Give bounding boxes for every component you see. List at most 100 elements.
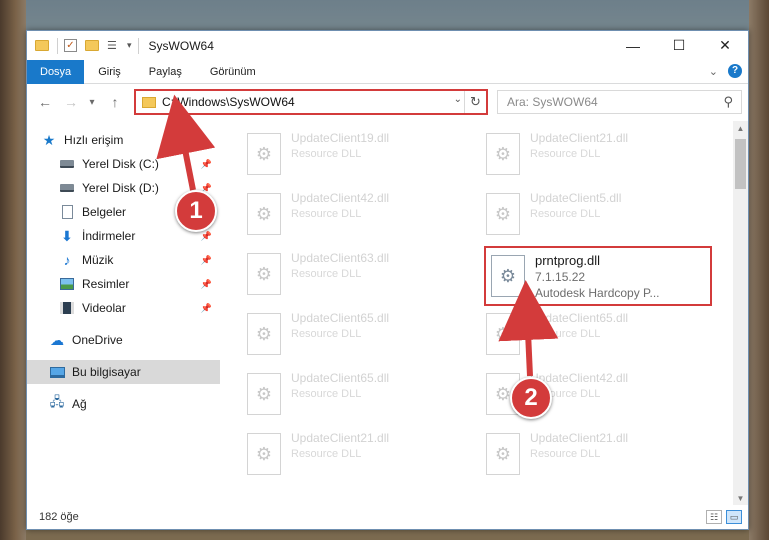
video-icon	[59, 301, 75, 315]
sidebar-item-videos[interactable]: Videolar 📌	[27, 296, 220, 320]
file-name: UpdateClient19.dll	[291, 131, 390, 145]
close-button[interactable]: ✕	[702, 31, 748, 60]
network-icon: 🖧	[49, 394, 65, 409]
details-view-icon[interactable]: ☷	[706, 510, 722, 524]
dll-file-icon: ⚙	[247, 313, 281, 355]
file-name: prntprog.dll	[535, 253, 601, 268]
file-type: Resource DLL	[291, 208, 362, 220]
list-item[interactable]: ⚙ UpdateClient42.dll Resource DLL	[247, 191, 467, 241]
search-input[interactable]: Ara: SysWOW64	[507, 95, 598, 109]
refresh-icon[interactable]: ↻	[464, 91, 486, 113]
tiles-view-icon[interactable]: ▭	[726, 510, 742, 524]
cloud-icon: ☁	[50, 331, 64, 348]
sidebar-item-network[interactable]: 🖧 Ağ	[27, 392, 220, 416]
title-bar: ✓ ☰ ▾ SysWOW64 — ☐ ✕	[27, 31, 748, 60]
file-name: UpdateClient42.dll	[291, 191, 390, 205]
scroll-down-arrow-icon[interactable]: ▼	[733, 491, 748, 506]
toolbar-divider	[137, 37, 139, 54]
dll-file-icon: ⚙	[486, 433, 520, 475]
back-arrow-icon[interactable]: ←	[37, 94, 53, 110]
file-type: Resource DLL	[291, 388, 362, 400]
sidebar-item-pictures[interactable]: Resimler 📌	[27, 272, 220, 296]
pin-icon[interactable]: 📌	[201, 159, 212, 170]
list-item[interactable]: ⚙ UpdateClient63.dll Resource DLL	[247, 251, 467, 301]
list-item[interactable]: ⚙ UpdateClient21.dll Resource DLL	[247, 431, 467, 481]
file-type: Resource DLL	[530, 328, 601, 340]
ribbon-tabs: Dosya Giriş Paylaş Görünüm ⌄ ?	[27, 59, 748, 84]
navigation-pane: ★ Hızlı erişim Yerel Disk (C:) 📌 Yerel D…	[27, 121, 220, 506]
explorer-window: ✓ ☰ ▾ SysWOW64 — ☐ ✕ Dosya Giriş Paylaş …	[26, 30, 749, 530]
rename-icon[interactable]: ☰	[107, 40, 123, 52]
status-bar: 182 öğe ☷ ▭	[27, 505, 748, 529]
expand-ribbon-icon[interactable]: ⌄	[709, 65, 718, 78]
sidebar-item-quick-access[interactable]: ★ Hızlı erişim	[27, 128, 220, 152]
address-path[interactable]: C:\Windows\SysWOW64	[162, 95, 295, 109]
music-icon: ♪	[63, 252, 71, 268]
search-box[interactable]: Ara: SysWOW64 ⚲	[497, 90, 742, 114]
file-type: Resource DLL	[530, 148, 601, 160]
file-type: Resource DLL	[291, 328, 362, 340]
address-bar[interactable]: C:\Windows\SysWOW64 ⌄ ↻	[134, 89, 488, 115]
tab-view[interactable]: Görünüm	[196, 66, 270, 78]
recent-locations-dropdown-icon[interactable]: ▾	[87, 97, 97, 108]
sidebar-item-onedrive[interactable]: ☁ OneDrive	[27, 328, 220, 352]
file-name: UpdateClient65.dll	[291, 371, 390, 385]
list-item[interactable]: ⚙ UpdateClient65.dll Resource DLL	[247, 371, 467, 421]
pin-icon[interactable]: 📌	[201, 303, 212, 314]
scroll-up-arrow-icon[interactable]: ▲	[733, 121, 748, 136]
pin-icon[interactable]: 📌	[201, 231, 212, 242]
navigation-row: ← → ▾ ↑ C:\Windows\SysWOW64 ⌄ ↻ Ara: Sys…	[27, 85, 748, 119]
desktop-background-right	[749, 0, 769, 540]
new-folder-icon[interactable]	[85, 40, 99, 51]
file-name: UpdateClient65.dll	[530, 311, 629, 325]
forward-arrow-icon[interactable]: →	[63, 94, 79, 110]
help-icon[interactable]: ?	[728, 64, 742, 78]
tab-share[interactable]: Paylaş	[135, 66, 196, 78]
maximize-button[interactable]: ☐	[656, 31, 702, 60]
list-item[interactable]: ⚙ UpdateClient21.dll Resource DLL	[486, 131, 706, 181]
toolbar-divider	[57, 37, 58, 54]
list-item[interactable]: ⚙ UpdateClient19.dll Resource DLL	[247, 131, 467, 181]
dll-file-icon: ⚙	[486, 133, 520, 175]
file-name: UpdateClient21.dll	[530, 431, 629, 445]
scroll-thumb[interactable]	[735, 139, 746, 189]
file-name: UpdateClient5.dll	[530, 191, 622, 205]
file-type: Resource DLL	[291, 268, 362, 280]
sidebar-item-label: Resimler	[82, 277, 130, 291]
file-name: UpdateClient21.dll	[291, 431, 390, 445]
disk-icon	[59, 157, 75, 171]
pin-icon[interactable]: 📌	[201, 279, 212, 290]
address-history-chevron-icon[interactable]: ⌄	[454, 94, 462, 105]
highlighted-file-prntprog[interactable]: ⚙ prntprog.dll 7.1.15.22 Autodesk Hardco…	[484, 246, 712, 306]
desktop-background-left	[0, 0, 26, 540]
sidebar-item-this-pc[interactable]: Bu bilgisayar	[27, 360, 220, 384]
tab-home[interactable]: Giriş	[84, 66, 135, 78]
sidebar-item-local-disk-c[interactable]: Yerel Disk (C:) 📌	[27, 152, 220, 176]
disk-icon	[59, 181, 75, 195]
folder-icon	[142, 96, 156, 108]
up-arrow-icon[interactable]: ↑	[107, 94, 123, 110]
pin-icon[interactable]: 📌	[201, 255, 212, 266]
ribbon-right: ⌄ ?	[709, 64, 742, 78]
minimize-button[interactable]: —	[610, 31, 656, 60]
list-item[interactable]: ⚙ UpdateClient65.dll Resource DLL	[247, 311, 467, 361]
search-icon[interactable]: ⚲	[723, 94, 733, 110]
properties-check-icon[interactable]: ✓	[64, 39, 77, 52]
item-count: 182 öğe	[39, 511, 79, 523]
dll-file-icon: ⚙	[486, 313, 520, 355]
file-name: UpdateClient21.dll	[530, 131, 629, 145]
list-item[interactable]: ⚙ UpdateClient65.dll Resource DLL	[486, 311, 706, 361]
sidebar-item-music[interactable]: ♪ Müzik 📌	[27, 248, 220, 272]
list-item[interactable]: ⚙ UpdateClient21.dll Resource DLL	[486, 431, 706, 481]
list-item[interactable]: ⚙ UpdateClient5.dll Resource DLL	[486, 191, 706, 241]
customize-toolbar-dropdown-icon[interactable]: ▾	[127, 40, 132, 51]
tab-file[interactable]: Dosya	[27, 59, 85, 84]
vertical-scrollbar[interactable]: ▲ ▼	[733, 121, 748, 506]
file-list: ⚙ UpdateClient19.dll Resource DLL ⚙ Updat…	[220, 121, 735, 506]
dll-file-icon: ⚙	[491, 255, 525, 297]
folder-icon	[35, 40, 49, 51]
window-title: SysWOW64	[148, 38, 214, 53]
sidebar-item-label: Videolar	[82, 301, 126, 315]
sidebar-item-label: Belgeler	[82, 205, 127, 219]
computer-icon	[49, 365, 65, 379]
